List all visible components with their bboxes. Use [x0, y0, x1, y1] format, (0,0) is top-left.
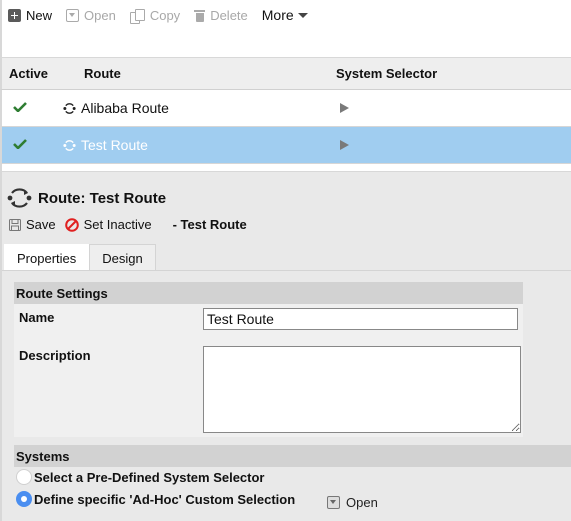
tab-properties[interactable]: Properties [4, 244, 90, 271]
table-row[interactable]: Test Route [0, 127, 571, 164]
column-header-route[interactable]: Route [84, 66, 121, 81]
open-button[interactable]: Open [66, 8, 116, 23]
radio-checked[interactable] [16, 491, 32, 507]
copy-icon [129, 8, 145, 24]
checkmark-icon [13, 139, 27, 149]
systems-heading: Systems [14, 445, 571, 467]
set-inactive-label: Set Inactive [83, 217, 152, 232]
plus-icon [8, 8, 21, 22]
tab-design[interactable]: Design [89, 244, 156, 271]
table-row[interactable]: Alibaba Route [0, 90, 571, 127]
route-settings-heading: Route Settings [14, 282, 523, 304]
delete-label: Delete [210, 7, 248, 23]
description-label: Description [19, 348, 91, 363]
toolbar: New Open Copy Delete More [8, 5, 322, 25]
save-button[interactable]: Save [9, 217, 56, 232]
route-cycle-icon [63, 139, 76, 151]
save-label: Save [26, 217, 56, 232]
grid-header: Active Route System Selector [0, 58, 571, 90]
play-icon[interactable] [340, 103, 349, 113]
route-detail-panel: Route: Test Route Save Set Inactive - Te… [0, 172, 571, 521]
open-selection-button[interactable]: Open [327, 495, 378, 510]
page-title: Route: Test Route [38, 189, 167, 207]
radio-predefined-selector[interactable]: Select a Pre-Defined System Selector [16, 469, 265, 485]
open-label: Open [84, 7, 116, 23]
action-bar: Save Set Inactive - Test Route [9, 217, 247, 232]
caret-down-icon [297, 12, 308, 18]
more-menu-button[interactable]: More [262, 7, 308, 23]
grid-spacer [0, 164, 571, 172]
detail-title: Route: Test Route [7, 187, 166, 209]
radio-adhoc-selection[interactable]: Define specific 'Ad-Hoc' Custom Selectio… [16, 491, 295, 507]
route-settings-section: Name Description [14, 304, 523, 437]
route-name: Test Route [81, 137, 148, 153]
copy-label: Copy [149, 7, 181, 23]
more-label: More [261, 7, 294, 23]
play-icon[interactable] [340, 140, 349, 150]
route-cell: Alibaba Route [63, 100, 169, 116]
dropdown-box-icon [66, 8, 80, 22]
tab-divider [2, 270, 571, 271]
open-selection-label: Open [346, 495, 378, 510]
set-inactive-button[interactable]: Set Inactive [64, 217, 152, 232]
delete-button[interactable]: Delete [194, 8, 248, 23]
description-textarea[interactable] [203, 346, 521, 433]
name-input[interactable] [203, 308, 518, 330]
checkmark-icon [13, 102, 27, 112]
dropdown-box-icon [327, 496, 340, 509]
routes-grid: Active Route System Selector Alibaba Rou… [0, 58, 571, 172]
route-cycle-icon [7, 188, 32, 208]
route-cycle-icon [63, 102, 76, 114]
floppy-disk-icon [9, 218, 21, 231]
column-header-active[interactable]: Active [9, 66, 48, 81]
column-header-system-selector[interactable]: System Selector [336, 66, 437, 81]
top-pane: New Open Copy Delete More [0, 0, 571, 58]
copy-button[interactable]: Copy [129, 7, 181, 24]
radio-unchecked[interactable] [16, 469, 32, 485]
name-label: Name [19, 310, 55, 325]
radio-adhoc-label: Define specific 'Ad-Hoc' Custom Selectio… [34, 491, 296, 507]
trash-icon [194, 9, 206, 22]
route-cell: Test Route [63, 137, 148, 153]
new-button[interactable]: New [8, 8, 52, 23]
prohibited-icon [64, 217, 79, 232]
new-label: New [26, 7, 53, 23]
radio-predefined-label: Select a Pre-Defined System Selector [34, 469, 265, 485]
route-name: Alibaba Route [81, 100, 169, 116]
record-subtitle: - Test Route [172, 217, 247, 232]
tab-bar: Properties Design [4, 244, 156, 271]
